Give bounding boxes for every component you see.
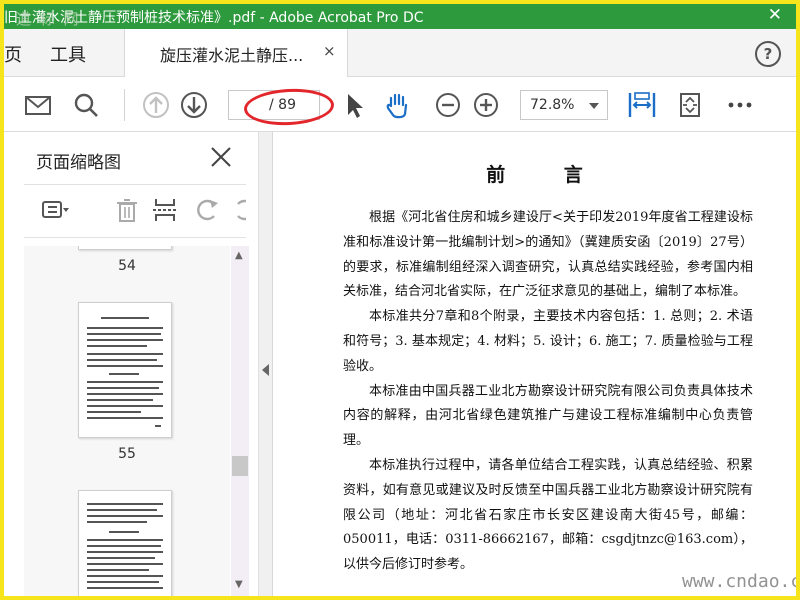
document-paragraph: 本标准由中国兵器工业北方勘察设计研究院有限公司负责具体技术内容的解释，由河北省绿… — [343, 383, 753, 449]
zoom-level-value: 72.8% — [530, 97, 575, 113]
full-screen-icon[interactable] — [674, 89, 706, 121]
toolbar: / 89 72.8% — [4, 77, 796, 132]
scroll-down-icon[interactable]: ▼ — [235, 579, 243, 590]
thumbnail-options-icon[interactable] — [40, 195, 70, 225]
panel-toolbar — [24, 184, 246, 238]
document-paragraph: 根据《河北省住房和城乡建设厅<关于印发2019年度省工程建设标准和标准设计第一批… — [343, 210, 753, 300]
watermark-text: 道 标 网 — [16, 10, 81, 28]
page-number-input[interactable] — [231, 93, 267, 117]
chevron-down-icon — [589, 103, 599, 109]
thumbnail-list[interactable]: 54 55 — [24, 246, 230, 596]
tab-home[interactable]: 页 — [4, 41, 22, 67]
thumbnail-page-number: 55 — [118, 446, 136, 462]
acrobat-window: 旧土灌水泥土静压预制桩技术标准》.pdf - Adobe Acrobat Pro… — [4, 4, 796, 596]
email-icon[interactable] — [22, 89, 54, 121]
trash-icon[interactable] — [112, 195, 142, 225]
rotate-clockwise-icon[interactable] — [230, 195, 246, 225]
thumbnail-scrollbar[interactable]: ▲ ▼ — [231, 246, 249, 596]
document-body: 根据《河北省住房和城乡建设厅<关于印发2019年度省工程建设标准和标准设计第一批… — [343, 206, 753, 578]
close-icon[interactable] — [208, 144, 234, 170]
zoom-level-select[interactable]: 72.8% — [520, 90, 608, 120]
page-total: / 89 — [269, 97, 296, 113]
page-number-field[interactable]: / 89 — [228, 90, 320, 120]
previous-page-icon[interactable] — [140, 89, 172, 121]
thumbnail-page[interactable] — [78, 302, 172, 438]
toolbar-separator — [124, 89, 125, 121]
next-page-icon[interactable] — [178, 89, 210, 121]
document-view[interactable]: 前 言 根据《河北省住房和城乡建设厅<关于印发2019年度省工程建设标准和标准设… — [273, 132, 796, 596]
fit-width-icon[interactable] — [626, 89, 658, 121]
document-tab-label: 旋压灌水泥土静压... — [160, 46, 304, 65]
close-tab-button[interactable]: × — [323, 42, 336, 60]
thumbnail-page-number: 54 — [118, 258, 136, 274]
thumbnail-page[interactable] — [78, 246, 172, 250]
document-paragraph: 本标准执行过程中，请各单位结合工程实践，认真总结经验、积累资料，如有意见或建议及… — [343, 457, 753, 573]
collapse-panel-handle[interactable] — [259, 132, 273, 596]
watermark-url: www.cndao.com — [682, 571, 796, 592]
chevron-left-icon — [262, 364, 269, 376]
search-icon[interactable] — [70, 89, 102, 121]
document-heading: 前 言 — [486, 164, 609, 186]
thumbnail-page[interactable] — [78, 490, 172, 596]
tab-document[interactable]: 旋压灌水泥土静压... × — [124, 29, 348, 77]
help-button[interactable]: ? — [755, 41, 781, 67]
scrollbar-thumb[interactable] — [232, 456, 248, 476]
rotate-icon[interactable] — [192, 195, 222, 225]
page-thumbnails-panel: 页面缩略图 54 55 ▲ ▼ — [4, 132, 259, 596]
scroll-up-icon[interactable]: ▲ — [235, 250, 243, 261]
tab-bar: 页 工具 旋压灌水泥土静压... × ? — [4, 29, 796, 77]
zoom-in-icon[interactable] — [470, 89, 502, 121]
panel-title: 页面缩略图 — [36, 153, 121, 173]
more-options-icon[interactable] — [724, 89, 756, 121]
zoom-out-icon[interactable] — [432, 89, 464, 121]
hand-tool-icon[interactable] — [382, 89, 414, 121]
tab-tools[interactable]: 工具 — [50, 41, 86, 67]
select-cursor-icon[interactable] — [338, 89, 370, 121]
insert-page-icon[interactable] — [150, 195, 180, 225]
title-bar: 旧土灌水泥土静压预制桩技术标准》.pdf - Adobe Acrobat Pro… — [4, 4, 796, 29]
document-paragraph: 本标准共分7章和8个附录，主要技术内容包括：1. 总则；2. 术语和符号；3. … — [343, 309, 753, 374]
window-close-button[interactable]: ✕ — [768, 5, 782, 25]
